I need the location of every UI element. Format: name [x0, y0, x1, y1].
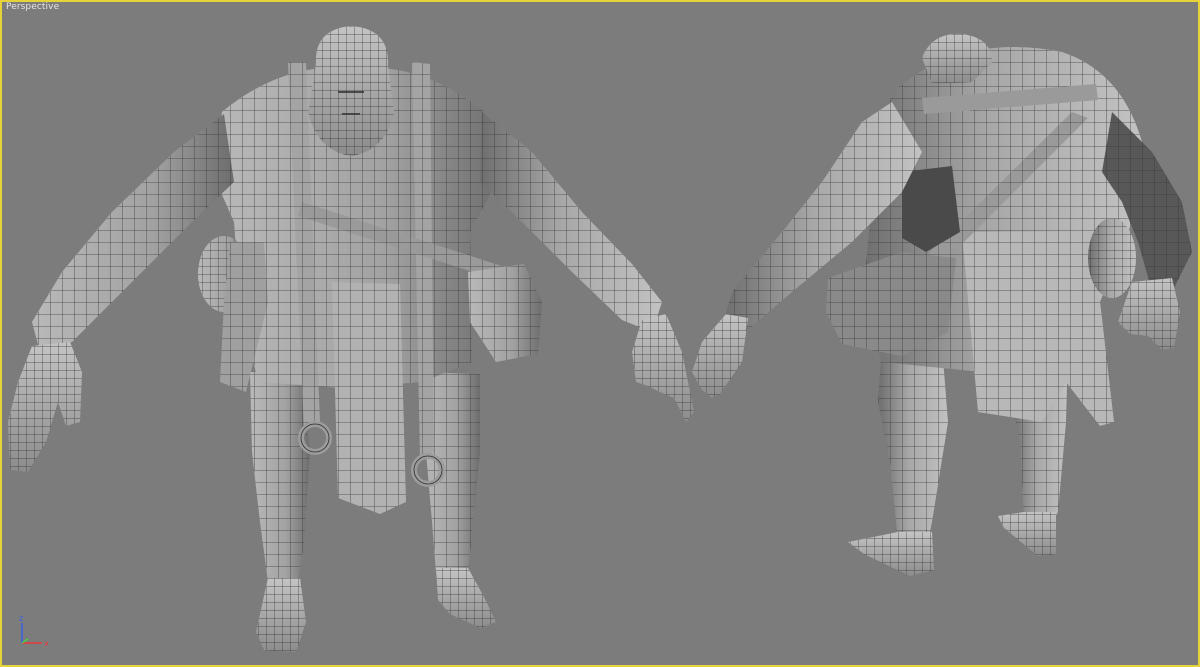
front-left-boot	[256, 578, 306, 652]
front-left-hand	[8, 342, 82, 472]
front-right-hand	[632, 314, 694, 422]
character-front-view[interactable]	[8, 26, 694, 652]
back-left-leg	[878, 342, 948, 542]
character-back-view[interactable]	[692, 33, 1192, 576]
front-bag	[468, 264, 542, 362]
back-left-boot	[848, 532, 934, 576]
back-canteen	[1088, 218, 1136, 298]
z-axis-label: z	[19, 614, 23, 623]
back-left-hand	[692, 314, 748, 398]
front-head	[308, 26, 394, 156]
back-right-boot	[998, 512, 1056, 556]
front-right-boot	[436, 568, 496, 628]
front-left-arm	[32, 114, 234, 352]
axis-gizmo: z x	[19, 614, 49, 648]
perspective-viewport[interactable]: Perspective z x	[0, 0, 1200, 667]
x-axis-label: x	[44, 639, 49, 648]
scene-canvas[interactable]	[2, 2, 1198, 665]
front-left-leg	[250, 372, 310, 582]
